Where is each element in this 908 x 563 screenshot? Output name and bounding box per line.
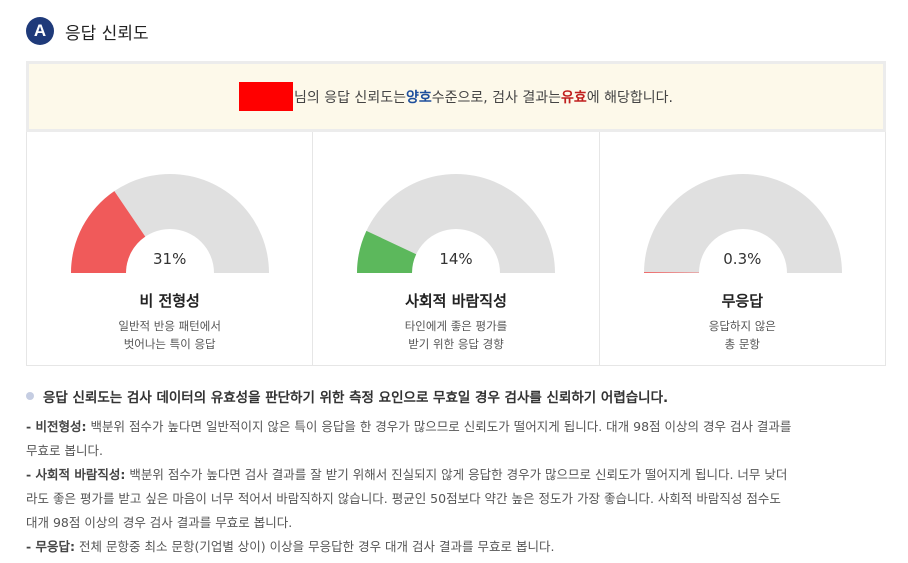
notes-body: - 비전형성: 백분위 점수가 높다면 일반적이지 않은 특이 응답을 한 경우… [26,415,888,559]
redacted-name [239,82,294,111]
note-text: 백분위 점수가 높다면 검사 결과를 잘 받기 위해서 진실되지 않게 응답한 … [125,467,788,482]
note-item-social-desirability: - 사회적 바람직성: 백분위 점수가 높다면 검사 결과를 잘 받기 위해서 … [26,463,888,487]
section-header: A 응답 신뢰도 [26,17,149,45]
section-badge: A [26,17,54,45]
note-label: - 무응답: [26,539,76,554]
gauge-value: 14% [439,250,473,268]
gauge-desc-line: 총 문항 [724,337,761,351]
summary-text-3: 에 해당합니다. [586,89,673,106]
note-item-atypicality: - 비전형성: 백분위 점수가 높다면 일반적이지 않은 특이 응답을 한 경우… [26,415,888,439]
gauge-description: 타인에게 좋은 평가를 받기 위한 응답 경향 [313,317,598,353]
gauge-label: 비 전형성 [139,292,200,310]
summary-box: 님의 응답 신뢰도는 양호 수준으로, 검사 결과는 유효 에 해당합니다. [26,61,886,132]
gauge-desc-line: 일반적 반응 패턴에서 [118,319,221,333]
gauge-desc-line: 타인에게 좋은 평가를 [404,319,508,333]
gauge-cards: 31% 비 전형성 일반적 반응 패턴에서 벗어나는 특이 응답 14% 사회적… [26,132,886,366]
note-item-no-response: - 무응답: 전체 문항중 최소 문항(기업별 상이) 이상을 무응답한 경우 … [26,535,888,559]
gauge-desc-line: 응답하지 않은 [708,319,776,333]
note-text: 라도 좋은 평가를 받고 싶은 마음이 너무 적어서 바람직하지 않습니다. 평… [26,491,781,506]
summary-text-2: 수준으로, 검사 결과는 [431,89,562,106]
note-label: - 비전형성: [26,419,87,434]
gauge-value: 0.3% [723,250,762,268]
note-label: - 사회적 바람직성: [26,467,126,482]
gauge-description: 일반적 반응 패턴에서 벗어나는 특이 응답 [27,317,312,353]
gauge-desc-line: 받기 위한 응답 경향 [408,337,504,351]
notes-heading-text: 응답 신뢰도는 검사 데이터의 유효성을 판단하기 위한 측정 요인으로 무효일… [43,390,669,406]
gauge-label: 사회적 바람직성 [405,292,507,310]
section-title: 응답 신뢰도 [65,23,149,44]
result-status: 유효 [561,89,587,106]
gauge-card-atypicality: 31% 비 전형성 일반적 반응 패턴에서 벗어나는 특이 응답 [27,132,314,365]
note-text: 전체 문항중 최소 문항(기업별 상이) 이상을 무응답한 경우 대개 검사 결… [75,539,555,554]
notes-heading: 응답 신뢰도는 검사 데이터의 유효성을 판단하기 위한 측정 요인으로 무효일… [26,386,668,406]
gauge-desc-line: 벗어나는 특이 응답 [123,337,216,351]
note-text: 백분위 점수가 높다면 일반적이지 않은 특이 응답을 한 경우가 많으므로 신… [86,419,792,434]
note-text: 무효로 봅니다. [26,443,103,458]
gauge-card-no-response: 0.3% 무응답 응답하지 않은 총 문항 [600,132,885,365]
summary-text-1: 님의 응답 신뢰도는 [294,89,406,106]
bullet-dot-icon [26,392,34,400]
gauge-label: 무응답 [721,292,764,310]
gauge-description: 응답하지 않은 총 문항 [600,317,885,353]
reliability-level: 양호 [405,89,432,106]
gauge-value: 31% [152,250,187,268]
gauge-card-social-desirability: 14% 사회적 바람직성 타인에게 좋은 평가를 받기 위한 응답 경향 [313,132,600,365]
note-text: 대개 98점 이상의 경우 검사 결과를 무효로 봅니다. [26,515,293,530]
